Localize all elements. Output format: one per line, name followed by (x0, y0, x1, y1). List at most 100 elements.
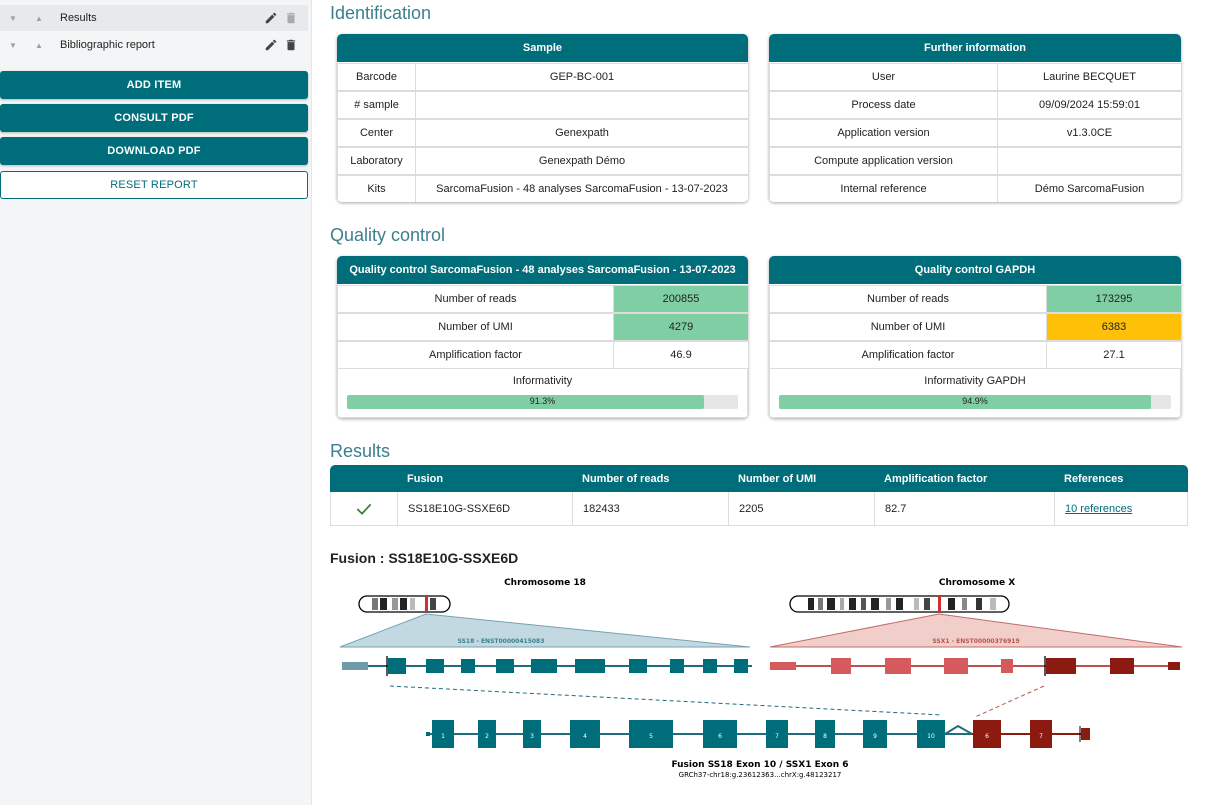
kv-label: User (769, 63, 998, 91)
fusion-transcript: 1 2 3 4 5 6 7 8 9 10 6 7 (426, 720, 1090, 748)
sidebar-item-bibliographic-report[interactable]: ▼ ▲ Bibliographic report (0, 32, 308, 58)
kv-label: Laboratory (337, 147, 416, 175)
chevron-up-icon[interactable]: ▲ (35, 41, 43, 50)
sidebar: ▼ ▲ Results ▼ ▲ Bibliographic report ADD… (0, 0, 312, 805)
fused-exon: 10 (917, 720, 945, 748)
kv-value: Genexpath Démo (415, 147, 748, 175)
fusion-title: Fusion : SS18E10G-SSXE6D (330, 550, 519, 566)
results-title: Results (330, 441, 391, 461)
fused-exon: 6 (703, 720, 737, 748)
fusion-cell: SS18E10G-SSXE6D (398, 492, 573, 525)
kv-label: Number of UMI (337, 313, 614, 341)
kv-value: Laurine BECQUET (997, 63, 1181, 91)
fusion-coordinates: GRCh37-chr18:g.23612363...chrX:g.4812321… (679, 771, 842, 779)
kv-label: Amplification factor (337, 341, 614, 369)
sample-header: Sample (337, 34, 748, 62)
results-header-row: Fusion Number of reads Number of UMI Amp… (330, 465, 1188, 492)
kv-label: Application version (769, 119, 998, 147)
svg-text:8: 8 (823, 733, 827, 740)
kv-label: Number of UMI (769, 313, 1047, 341)
kv-label: # sample (337, 91, 416, 119)
reorder-arrows: ▼ ▲ (0, 41, 52, 50)
kv-value: v1.3.0CE (997, 119, 1181, 147)
kv-label: Internal reference (769, 175, 998, 202)
reorder-arrows: ▼ ▲ (0, 14, 52, 23)
chevron-up-icon[interactable]: ▲ (35, 14, 43, 23)
svg-text:10: 10 (927, 733, 935, 740)
informativity-block: Informativity GAPDH 94.9% (769, 368, 1181, 418)
amp-value: 27.1 (1046, 341, 1181, 369)
table-row[interactable]: SS18E10G-SSXE6D 182433 2205 82.7 10 refe… (330, 492, 1188, 526)
umi-value: 4279 (613, 313, 748, 341)
fused-exon: 6 (973, 720, 1001, 748)
gene-left-track (342, 656, 752, 676)
trash-icon[interactable] (284, 38, 298, 52)
informativity-value: 94.9% (962, 396, 988, 406)
kv-value (997, 147, 1181, 175)
kv-value (415, 91, 748, 119)
fused-exon: 8 (815, 720, 835, 748)
reads-value: 173295 (1046, 285, 1181, 313)
kv-label: Amplification factor (769, 341, 1047, 369)
svg-text:9: 9 (873, 733, 877, 740)
svg-text:6: 6 (718, 733, 722, 740)
kv-label: Number of reads (769, 285, 1047, 313)
edit-icon[interactable] (264, 11, 278, 25)
kv-value: GEP-BC-001 (415, 63, 748, 91)
informativity-label: Informativity (512, 375, 573, 387)
informativity-value: 91.3% (529, 396, 556, 406)
kv-label: Kits (337, 175, 416, 202)
edit-icon[interactable] (264, 38, 278, 52)
col-check (330, 465, 397, 492)
col-umi: Number of UMI (738, 472, 817, 485)
fused-exon: 3 (523, 720, 541, 748)
chromosome-right-ideogram (789, 595, 1010, 613)
kv-value: 09/09/2024 15:59:01 (997, 91, 1181, 119)
umi-value: 6383 (1046, 313, 1181, 341)
sidebar-item-results[interactable]: ▼ ▲ Results (0, 5, 308, 31)
quality-control-title: Quality control (330, 225, 446, 245)
svg-text:4: 4 (583, 733, 587, 740)
svg-text:5: 5 (649, 733, 653, 740)
kv-value: Genexpath (415, 119, 748, 147)
fused-exon: 4 (570, 720, 600, 748)
download-pdf-button[interactable]: DOWNLOAD PDF (0, 137, 308, 165)
consult-pdf-button[interactable]: CONSULT PDF (0, 104, 308, 132)
svg-text:7: 7 (1039, 733, 1043, 740)
chevron-down-icon[interactable]: ▼ (9, 41, 17, 50)
references-cell: 10 references (1055, 492, 1187, 525)
identification-title: Identification (330, 3, 432, 23)
chromosome-left-ideogram (358, 595, 451, 613)
informativity-label: Informativity GAPDH (924, 375, 1026, 387)
add-item-button[interactable]: ADD ITEM (0, 71, 308, 99)
amp-cell: 82.7 (875, 492, 1055, 525)
kv-value: Démo SarcomaFusion (997, 175, 1181, 202)
fused-exon: 9 (863, 720, 887, 748)
informativity-block: Informativity 91.3% (337, 368, 748, 418)
reset-report-button[interactable]: RESET REPORT (0, 171, 308, 199)
col-references: References (1064, 472, 1124, 485)
chevron-down-icon[interactable]: ▼ (9, 14, 17, 23)
col-amp: Amplification factor (884, 472, 988, 485)
fused-exon: 2 (478, 720, 496, 748)
fused-exon: 1 (432, 720, 454, 748)
sidebar-item-label: Results (60, 12, 97, 24)
kv-value: SarcomaFusion - 48 analyses SarcomaFusio… (415, 175, 748, 202)
references-link[interactable]: 10 references (1065, 503, 1132, 515)
fused-exon: 5 (629, 720, 673, 748)
svg-text:1: 1 (441, 733, 445, 740)
qc-kit-card: Quality control SarcomaFusion - 48 analy… (337, 256, 748, 418)
further-info-header: Further information (769, 34, 1181, 62)
informativity-bar: 94.9% (779, 395, 1171, 409)
gene-left-label: SS18 - ENST00000415083 (458, 638, 545, 645)
reads-cell: 182433 (573, 492, 729, 525)
qc-gapdh-card: Quality control GAPDH Number of reads 173… (769, 256, 1181, 418)
gene-right-track (770, 656, 1180, 676)
reads-value: 200855 (613, 285, 748, 313)
trash-icon[interactable] (284, 11, 298, 25)
informativity-bar: 91.3% (347, 395, 738, 409)
chromosome-left-label: Chromosome 18 (504, 578, 586, 588)
connector-right (974, 685, 1045, 718)
kv-label: Compute application version (769, 147, 998, 175)
umi-cell: 2205 (729, 492, 875, 525)
